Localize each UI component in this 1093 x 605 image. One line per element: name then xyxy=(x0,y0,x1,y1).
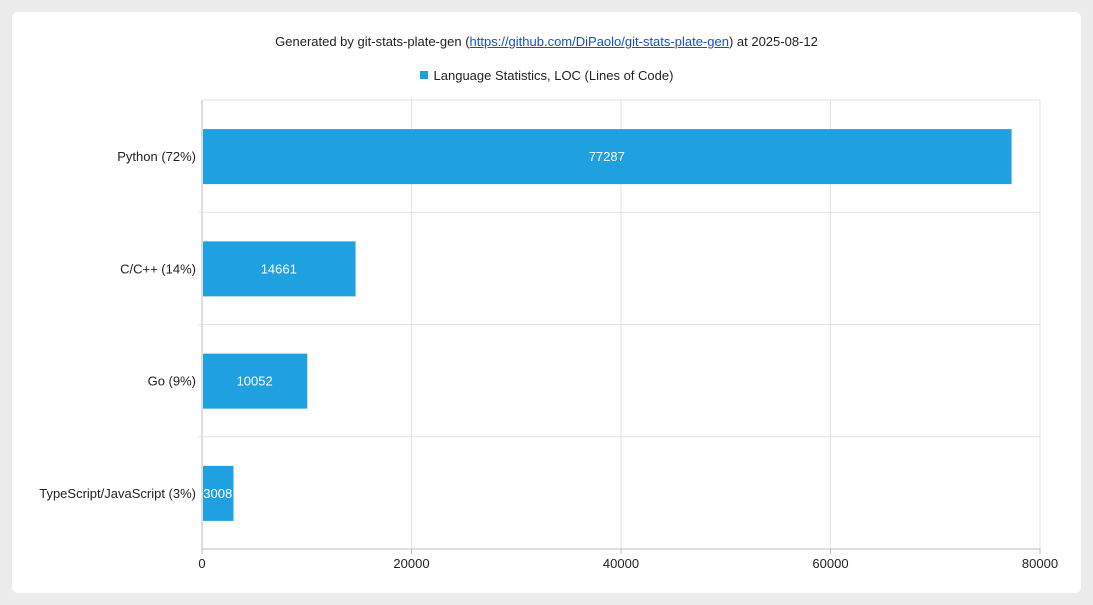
y-category-label: Go (9%) xyxy=(148,374,196,389)
bar-value-label: 10052 xyxy=(237,374,273,389)
y-category-label: Python (72%) xyxy=(117,149,196,164)
x-tick-label: 80000 xyxy=(1022,556,1058,571)
y-category-label: C/C++ (14%) xyxy=(120,261,196,276)
x-tick-label: 20000 xyxy=(393,556,429,571)
bar-value-label: 3008 xyxy=(203,486,232,501)
y-category-label: TypeScript/JavaScript (3%) xyxy=(39,486,196,501)
x-tick-label: 60000 xyxy=(812,556,848,571)
bar-value-label: 77287 xyxy=(589,149,625,164)
bar-chart: 0 20000 40000 60000 80000 77287 Python (72%) 14… xyxy=(39,99,1058,571)
x-tick-label: 0 xyxy=(198,556,205,571)
bar-value-label: 14661 xyxy=(261,261,297,276)
x-tick-label: 40000 xyxy=(603,556,639,571)
